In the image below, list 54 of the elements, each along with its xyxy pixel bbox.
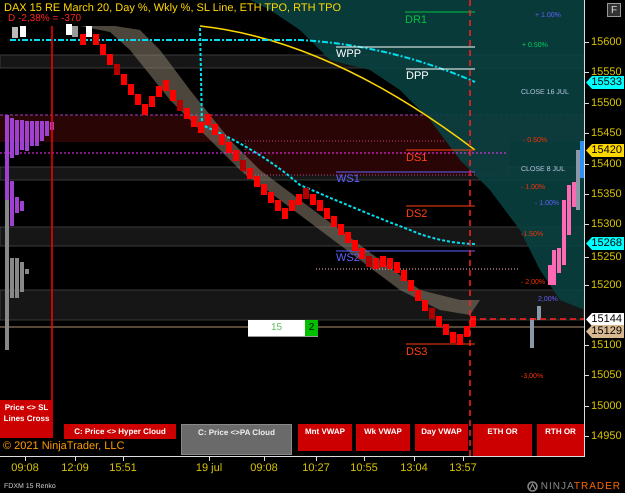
price-marker: 15129: [586, 325, 624, 338]
price-label: 15350: [591, 188, 622, 200]
time-label: 09:08: [11, 462, 39, 474]
change-text: D -2,38% = -370: [8, 13, 82, 24]
indicator-button[interactable]: Price <> SL Lines Cross: [0, 400, 53, 438]
time-label: 12:09: [61, 462, 89, 474]
logo-icon: [526, 480, 538, 492]
price-marker: 15144: [586, 313, 624, 326]
price-label: 15400: [591, 158, 622, 170]
level-label: DPP: [406, 70, 429, 82]
level-line: [406, 68, 476, 70]
price-label: 15450: [591, 127, 622, 139]
counter-count: 2: [305, 320, 318, 336]
indicator-button[interactable]: RTH OR: [537, 424, 584, 456]
time-label: 10:27: [302, 462, 330, 474]
price-marker: 15420: [586, 144, 624, 157]
indicator-button[interactable]: Day VWAP: [415, 424, 468, 451]
level-label: DR1: [405, 14, 428, 26]
price-marker: 15533: [586, 76, 624, 89]
level-label: DS2: [406, 208, 428, 220]
price-label: 15100: [591, 339, 622, 351]
indicator-button[interactable]: Mnt VWAP: [298, 424, 352, 451]
time-label: 13:57: [449, 462, 477, 474]
price-label: 15550: [591, 66, 622, 78]
time-label: 09:08: [250, 462, 278, 474]
indicator-button[interactable]: C: Price <>PA Cloud: [181, 424, 292, 455]
chart-title: DAX 15 RE March 20, Day %, Wkly %, SL Line, ETH TPO, RTH TPO: [4, 2, 342, 14]
level-label: WS1: [336, 173, 360, 185]
logo-text: NINJATRADER: [540, 480, 621, 492]
level-label: DS1: [406, 152, 428, 164]
panel-button[interactable]: F: [607, 3, 621, 17]
price-bar: [530, 318, 534, 348]
price-bar: [537, 306, 541, 320]
price-label: 15500: [591, 97, 622, 109]
counter-value: 15: [270, 321, 284, 335]
copyright-text: © 2021 NinjaTrader, LLC: [3, 440, 124, 452]
price-label: 15000: [591, 400, 622, 412]
time-label: 13:04: [400, 462, 428, 474]
price-marker: 15268: [586, 237, 624, 250]
price-label: 15200: [591, 279, 622, 291]
price-label: 14950: [591, 430, 622, 442]
level-label: DS3: [406, 346, 428, 358]
price-label: 15600: [591, 36, 622, 48]
level-label: WS2: [336, 252, 360, 264]
indicator-button[interactable]: ETH OR: [473, 424, 532, 456]
time-label: 10:55: [350, 462, 378, 474]
price-label: 15050: [591, 369, 622, 381]
level-label: WPP: [336, 48, 362, 60]
indicator-button[interactable]: C: Price <> Hyper Cloud: [64, 424, 176, 439]
time-label: 15:51: [109, 462, 137, 474]
price-label: 15300: [591, 218, 622, 230]
indicator-button[interactable]: Wk VWAP: [356, 424, 410, 451]
price-label: 15250: [591, 251, 622, 263]
time-label: 19 jul: [196, 462, 222, 474]
